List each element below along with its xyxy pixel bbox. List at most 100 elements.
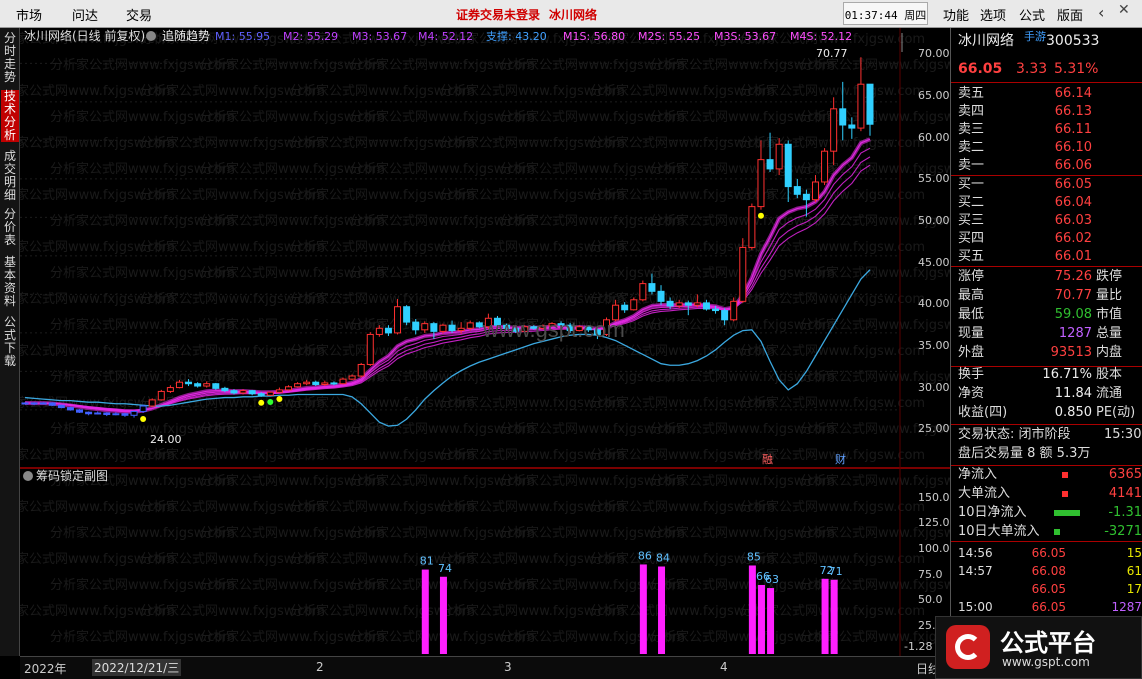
tick-price: 66.08	[1031, 564, 1066, 578]
candle-body	[166, 387, 174, 392]
y-tick: 30.00	[918, 381, 950, 394]
menu-wenda[interactable]: 问达	[72, 5, 98, 24]
tab-price-table[interactable]: 分价表	[1, 208, 19, 247]
candle-body	[112, 413, 120, 416]
chip-bar-label: 84	[656, 551, 670, 564]
row-label: 净资	[958, 386, 985, 401]
candle-body	[702, 302, 710, 310]
side-tabs: 分时走势 技术分析 成交明细 分价表 基本资料 公式下载	[0, 28, 20, 656]
row-value: 59.08	[1054, 307, 1092, 322]
row-value: 66.14	[1054, 86, 1092, 101]
date-month: 4	[720, 660, 728, 674]
candle-body	[148, 399, 156, 407]
sub-y-tick: -1.28	[904, 640, 932, 653]
date-month: 2	[316, 660, 324, 674]
row-value: 66.10	[1054, 140, 1092, 155]
sub-chart-title: 筹码锁定副图	[36, 468, 108, 483]
row-right-label: PE(动)	[1096, 405, 1136, 420]
menu-layout[interactable]: 版面	[1057, 5, 1083, 24]
candle-body	[775, 143, 783, 170]
chart-svg[interactable]: 分析家公式网www.fxjgsw.com 分析家公式网www.fxjgsw.com…	[0, 28, 985, 656]
clock: 01:37:44 周四	[843, 2, 928, 25]
quote-row: 卖一 66.06	[958, 157, 1142, 175]
flow-value: -1.31	[1108, 505, 1142, 520]
candle-body	[621, 304, 629, 311]
status-time: 15:30	[1104, 427, 1142, 442]
y-tick: 70.00	[918, 47, 950, 60]
date-axis: 2022年 2022/12/21/三 2 3 4 日线	[20, 656, 950, 679]
row-value: 66.05	[1054, 177, 1092, 192]
stock-name: 冰川网络	[958, 33, 1014, 49]
tick-volume: 17	[1126, 582, 1142, 596]
login-notice[interactable]: 证券交易未登录	[456, 6, 540, 23]
candle-body	[357, 363, 365, 377]
sub-dropdown-icon[interactable]	[23, 471, 33, 481]
tab-trades[interactable]: 成交明细	[1, 150, 19, 202]
tab-basic-info[interactable]: 基本资料	[1, 256, 19, 308]
candle-body	[693, 302, 701, 306]
row-label: 现量	[958, 326, 985, 341]
quote-row: 卖三 66.11	[958, 121, 1142, 139]
menu-market[interactable]: 市场	[16, 5, 42, 24]
chevron-left-icon[interactable]: ‹	[1098, 3, 1104, 22]
candle-body	[339, 378, 347, 385]
candle-body	[394, 306, 402, 334]
tab-formula-download[interactable]: 公式下载	[1, 316, 19, 368]
tick-price: 66.05	[1031, 546, 1066, 560]
candle-body	[448, 324, 456, 332]
sub-y-tick: 125.0	[918, 516, 950, 529]
flow-row: 10日大单流入 -3271	[958, 523, 1142, 541]
candle-body	[821, 150, 829, 183]
candle-body	[275, 389, 283, 393]
candle-body	[203, 383, 211, 387]
row-value: 1287	[1058, 326, 1092, 341]
candle-body	[257, 393, 265, 396]
row-value: 66.04	[1054, 195, 1092, 210]
candle-body	[766, 159, 774, 170]
chart-area[interactable]: 分析家公式网www.fxjgsw.com 分析家公式网www.fxjgsw.com…	[0, 28, 985, 656]
tick-time: 14:56	[958, 546, 993, 560]
menu-trade[interactable]: 交易	[126, 5, 152, 24]
event-finance[interactable]: 财	[835, 452, 846, 466]
chip-bar	[757, 584, 765, 654]
candle-body	[221, 387, 229, 392]
indicator-dropdown-icon[interactable]	[146, 31, 156, 41]
sub-y-tick: 100.0	[918, 542, 950, 555]
watermark-text: 分析家公式网www.fxjgsw.com	[740, 83, 925, 99]
flow-label: 10日净流入	[958, 505, 1027, 520]
stock-code: 300533	[1046, 33, 1100, 49]
indicator-name[interactable]: 追随趋势	[162, 28, 210, 43]
row-label: 外盘	[958, 345, 985, 360]
candle-body	[439, 324, 447, 332]
tab-technical[interactable]: 技术分析	[1, 90, 19, 142]
flow-row: 10日净流入 -1.31	[958, 504, 1142, 522]
candle-body	[130, 410, 138, 416]
tab-intraday[interactable]: 分时走势	[1, 32, 19, 84]
candle-body	[657, 290, 665, 302]
menu-options[interactable]: 选项	[980, 5, 1006, 24]
candle-body	[403, 306, 411, 323]
candle-body	[848, 124, 856, 129]
row-label: 卖四	[958, 104, 985, 119]
menu-function[interactable]: 功能	[943, 5, 969, 24]
candle-body	[466, 322, 474, 329]
chip-bar-label: 86	[638, 549, 652, 562]
candle-body	[721, 310, 729, 321]
candle-body	[648, 283, 656, 292]
flow-bar	[1062, 472, 1068, 478]
quote-row: 买三 66.03	[958, 212, 1142, 230]
quote-row: 最低 59.08 市值	[958, 306, 1142, 324]
row-right-label: 股本	[1096, 367, 1123, 382]
close-icon[interactable]: ✕	[1118, 2, 1130, 18]
menu-formula[interactable]: 公式	[1019, 5, 1045, 24]
divider	[951, 424, 1142, 425]
chip-bar-label: 71	[829, 565, 843, 578]
candle-body	[757, 159, 765, 208]
row-label: 最高	[958, 288, 985, 303]
logo-icon	[946, 625, 990, 669]
row-label: 买四	[958, 231, 985, 246]
row-value: 0.850	[1054, 405, 1092, 420]
candle-body	[857, 83, 865, 129]
y-tick: 50.00	[918, 214, 950, 227]
event-margin[interactable]: 融	[762, 453, 773, 466]
